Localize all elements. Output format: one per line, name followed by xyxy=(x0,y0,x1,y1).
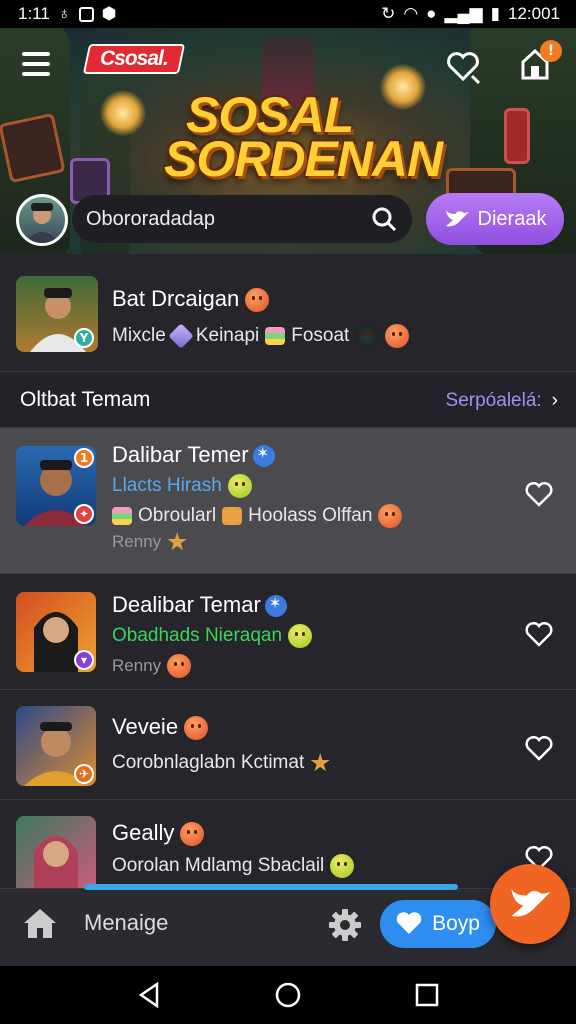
status-bar: 1:11 ♁ ⬢ ↻ ◠ ● ▂▄▆ ▮ 12:001 xyxy=(0,0,576,28)
featured-item[interactable]: Y Bat Drcaigan Mixcle Keinapi Fosoat xyxy=(0,254,576,372)
row-thumbnail: ▾ xyxy=(16,592,96,672)
back-icon[interactable] xyxy=(137,982,161,1008)
bird-icon xyxy=(511,888,551,917)
row-name: Geally xyxy=(112,820,205,847)
home-nav-icon[interactable] xyxy=(274,981,302,1009)
see-all-link[interactable]: Serpóalelá: › xyxy=(446,390,558,412)
status-badge: ✦ xyxy=(74,504,94,524)
emoji-icon xyxy=(245,288,270,313)
row-meta: Renny xyxy=(112,532,187,552)
battery-icon: ▮ xyxy=(490,4,500,23)
heart-icon[interactable] xyxy=(524,734,554,762)
heart-icon[interactable] xyxy=(446,50,480,84)
verified-badge: Y xyxy=(74,328,94,348)
search-bar[interactable]: Obororadadap xyxy=(72,195,412,243)
bird-fab-button[interactable] xyxy=(490,864,570,944)
list-item[interactable]: 1 ✦ Dalibar Temer Llacts Hirash Obroular… xyxy=(0,428,576,574)
heart-icon xyxy=(396,912,422,934)
status-badge: ▾ xyxy=(74,650,94,670)
search-input[interactable]: Obororadadap xyxy=(86,208,370,231)
row-subtitle: Llacts Hirash xyxy=(112,474,252,498)
emoji-icon xyxy=(378,504,403,528)
row-thumbnail: ✈ xyxy=(16,706,96,786)
emoji-icon xyxy=(180,822,205,847)
image-icon xyxy=(78,6,94,22)
system-nav-bar xyxy=(0,966,576,1024)
verified-icon xyxy=(264,594,287,618)
heart-icon[interactable] xyxy=(524,620,554,648)
app-logo: Csosal. xyxy=(82,44,185,74)
cake-icon xyxy=(112,507,132,525)
recents-icon[interactable] xyxy=(415,983,439,1007)
search-icon[interactable] xyxy=(370,205,398,233)
status-clock: 12:001 xyxy=(508,4,560,23)
list-item[interactable]: ✈ Veveie Corobnlaglabn Kctimat xyxy=(0,690,576,800)
row-thumbnail xyxy=(16,816,96,888)
home-icon[interactable] xyxy=(22,906,58,940)
progress-bar xyxy=(84,884,458,890)
emoji-icon xyxy=(288,624,313,648)
row-tags: Obroularl Hoolass Olffan xyxy=(112,504,403,528)
boyp-button[interactable]: Boyp xyxy=(380,900,496,948)
heart-icon[interactable] xyxy=(524,480,554,508)
status-badge: ✈ xyxy=(74,764,94,784)
boyp-button-label: Boyp xyxy=(432,912,480,935)
list-item[interactable]: Geally Oorolan Mdlamg Sbaclail xyxy=(0,800,576,888)
row-name: Dalibar Temer xyxy=(112,442,275,468)
section-title: Oltbat Temam xyxy=(20,388,151,411)
dieraak-button[interactable]: Dieraak xyxy=(426,193,564,245)
signal-icon: ▂▄▆ xyxy=(444,4,483,23)
wifi-icon: ◠ xyxy=(403,4,419,23)
emoji-icon xyxy=(330,854,355,878)
manage-label[interactable]: Menaige xyxy=(84,910,168,936)
row-subtitle: Oorolan Mdlamg Sbaclail xyxy=(112,854,355,878)
emoji-icon xyxy=(184,716,209,741)
menu-icon[interactable] xyxy=(22,52,50,76)
chevron-right-icon: › xyxy=(551,390,558,411)
person-icon xyxy=(355,324,380,348)
row-thumbnail: 1 ✦ xyxy=(16,446,96,526)
gear-icon[interactable] xyxy=(328,908,362,942)
bread-icon xyxy=(222,507,243,525)
notification-icon: ♁ xyxy=(57,4,71,23)
gem-icon xyxy=(168,323,194,349)
count-badge: 1 xyxy=(74,448,94,468)
row-name: Veveie xyxy=(112,714,209,741)
section-header: Oltbat Temam Serpóalelá: › xyxy=(0,374,576,428)
sync-icon: ↻ xyxy=(381,4,396,23)
emoji-icon xyxy=(227,474,252,498)
row-subtitle: Obadhads Nieraqan xyxy=(112,624,313,648)
verified-icon xyxy=(252,444,275,468)
featured-thumbnail: Y xyxy=(16,276,98,352)
banner-title-line2: SORDENAN xyxy=(164,131,443,187)
featured-name: Bat Drcaigan xyxy=(112,286,270,313)
row-subtitle: Corobnlaglabn Kctimat xyxy=(112,752,330,774)
status-time: 1:11 xyxy=(18,4,50,23)
row-name: Dealibar Temar xyxy=(112,592,287,618)
emoji-icon xyxy=(167,654,192,678)
star-icon xyxy=(167,532,187,551)
shield-icon: ⬢ xyxy=(101,4,117,23)
list-item[interactable]: ▾ Dealibar Temar Obadhads Nieraqan Renny xyxy=(0,576,576,690)
user-avatar[interactable] xyxy=(16,194,68,246)
featured-subtitle: Mixcle Keinapi Fosoat xyxy=(112,323,410,349)
dieraak-button-label: Dieraak xyxy=(477,207,547,230)
bird-icon xyxy=(445,210,469,227)
emoji-icon xyxy=(385,324,410,348)
location-icon: ● xyxy=(426,4,437,23)
star-icon xyxy=(310,753,330,772)
cake-icon xyxy=(265,327,286,345)
row-meta: Renny xyxy=(112,654,192,678)
notification-badge: ! xyxy=(540,40,562,62)
